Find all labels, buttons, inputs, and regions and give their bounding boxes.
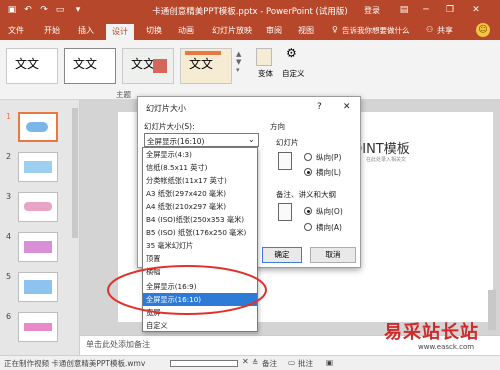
slide-pane-scrollbar[interactable]	[72, 108, 78, 238]
watermark-url: www.easck.com	[418, 343, 475, 351]
slide-number: 6	[6, 312, 12, 321]
feedback-smiley-icon[interactable]: ☺	[476, 23, 490, 37]
ribbon-tab-bar: 文件 开始 插入 设计 切换 动画 幻灯片放映 审阅 视图 ♀ 告诉我你想要做什…	[0, 22, 500, 40]
size-option[interactable]: 全屏显示(4:3)	[143, 148, 257, 161]
annotation-ellipse	[107, 265, 267, 315]
dialog-close-button[interactable]: ✕	[343, 102, 351, 112]
cancel-export-icon[interactable]: ✕	[242, 357, 249, 366]
tab-design[interactable]: 设计	[106, 24, 134, 40]
orientation-label: 方向	[270, 122, 285, 131]
help-button[interactable]: ?	[317, 102, 322, 112]
slide-size-label: 幻灯片大小(S):	[144, 122, 195, 131]
theme-accent-bar	[185, 51, 221, 55]
ribbon-options-icon[interactable]: ▤	[398, 4, 410, 16]
restore-icon[interactable]: ❐	[444, 4, 456, 16]
tab-slideshow[interactable]: 幻灯片放映	[212, 25, 252, 36]
thumbnail-graphic	[24, 280, 52, 294]
slide-subtitle: 在此处录入相关文	[366, 157, 407, 163]
close-icon[interactable]: ✕	[470, 4, 482, 16]
slide-thumbnail[interactable]	[18, 272, 58, 302]
themes-group-label: 主题	[116, 90, 131, 99]
notes-orientation-label: 备注、讲义和大纲	[276, 190, 336, 199]
slide-thumbnail[interactable]	[18, 192, 58, 222]
slide-thumbnail[interactable]	[18, 152, 58, 182]
notes-button[interactable]: 备注	[262, 358, 277, 369]
share-icon[interactable]: ⚇	[426, 25, 433, 34]
theme-accent-swatch	[153, 59, 167, 73]
tab-transitions[interactable]: 切换	[146, 25, 162, 36]
theme-thumbnail[interactable]: 文文	[122, 48, 174, 84]
normal-view-icon[interactable]: ▣	[326, 358, 333, 367]
size-option[interactable]: A3 纸张(297x420 毫米)	[143, 187, 257, 200]
gallery-scroll-icon[interactable]: ▲ ▼ ▾	[236, 50, 241, 74]
size-option[interactable]: 分类帐纸张(11x17 英寸)	[143, 174, 257, 187]
size-option[interactable]: B5 (ISO) 纸张(176x250 毫米)	[143, 226, 257, 239]
notes-landscape-radio[interactable]	[304, 223, 312, 231]
notes-landscape-label: 横向(A)	[316, 223, 342, 232]
slide-number: 4	[6, 232, 12, 241]
tell-me-icon[interactable]: ♀	[332, 25, 338, 34]
variants-button[interactable]: 变体	[258, 68, 273, 79]
notes-icon[interactable]: ≙	[252, 358, 258, 367]
size-option[interactable]: B4 (ISO)纸张(250x353 毫米)	[143, 213, 257, 226]
share-button[interactable]: 共享	[437, 25, 453, 36]
thumbnail-graphic	[26, 122, 48, 132]
slide-portrait-radio[interactable]	[304, 153, 312, 161]
slide-thumbnail[interactable]	[18, 312, 58, 342]
slide-size-value: 全屏显示(16:10)	[147, 137, 205, 146]
thumbnail-graphic	[24, 241, 52, 253]
cancel-button[interactable]: 取消	[310, 247, 356, 263]
thumbnail-graphic	[24, 161, 52, 173]
comments-icon[interactable]: ▭	[288, 358, 295, 367]
site-watermark: 易采站长站 www.easck.com	[378, 318, 496, 358]
minimize-icon[interactable]: ─	[420, 4, 432, 16]
slide-number: 5	[6, 272, 12, 281]
theme-thumbnail[interactable]: 文文	[6, 48, 58, 84]
comments-button[interactable]: 批注	[298, 358, 313, 369]
title-bar: ▣ ↶ ↷ ▭ ▾ 卡通创意精美PPT模板.pptx - PowerPoint …	[0, 0, 500, 22]
customize-icon[interactable]: ⚙	[286, 46, 297, 60]
tell-me-box[interactable]: 告诉我你想要做什么	[342, 25, 410, 36]
tab-home[interactable]: 开始	[44, 25, 60, 36]
page-orientation-icon	[278, 203, 292, 221]
size-option[interactable]: A4 纸张(210x297 毫米)	[143, 200, 257, 213]
size-option[interactable]: 信纸(8.5x11 英寸)	[143, 161, 257, 174]
theme-thumbnail[interactable]: 文文	[180, 48, 232, 84]
ribbon-design: 文文 文文 文文 文文 ▲ ▼ ▾ 主题 变体 ⚙ 自定义	[0, 40, 500, 100]
tab-animations[interactable]: 动画	[178, 25, 194, 36]
size-option[interactable]: 35 毫米幻灯片	[143, 239, 257, 252]
thumbnail-graphic	[24, 202, 52, 211]
size-option[interactable]: 自定义	[143, 319, 257, 332]
slide-landscape-radio[interactable]	[304, 168, 312, 176]
watermark-text: 易采站长站	[384, 322, 479, 343]
thumbnail-graphic	[24, 323, 52, 331]
tab-insert[interactable]: 插入	[78, 25, 94, 36]
theme-thumbnail[interactable]: 文文	[64, 48, 116, 84]
slide-thumbnail-pane: 1 2 3 4 5 6	[0, 100, 80, 358]
tab-review[interactable]: 审阅	[266, 25, 282, 36]
slide-size-select[interactable]: 全屏显示(16:10) ⌄	[144, 133, 259, 147]
chevron-down-icon[interactable]: ⌄	[248, 135, 255, 144]
notes-placeholder: 单击此处添加备注	[86, 340, 150, 349]
slide-landscape-label: 横向(L)	[316, 168, 342, 177]
page-orientation-icon	[278, 152, 292, 170]
slide-number: 2	[6, 152, 12, 161]
variants-icon[interactable]	[256, 48, 272, 66]
slide-number: 1	[6, 112, 12, 121]
status-text: 正在制作视频 卡通创意精美PPT模板.wmv	[4, 359, 146, 368]
video-progress-bar	[170, 360, 238, 367]
ok-button[interactable]: 确定	[262, 247, 302, 263]
slide-thumbnail[interactable]	[18, 232, 58, 262]
slides-orientation-label: 幻灯片	[276, 138, 299, 147]
slide-number: 3	[6, 192, 12, 201]
slide-portrait-label: 纵向(P)	[316, 153, 342, 162]
notes-portrait-radio[interactable]	[304, 207, 312, 215]
tab-view[interactable]: 视图	[298, 25, 314, 36]
dialog-title: 幻灯片大小	[146, 104, 186, 113]
customize-button[interactable]: 自定义	[282, 68, 305, 79]
slide-thumbnail[interactable]	[18, 112, 58, 142]
tab-file[interactable]: 文件	[8, 25, 24, 36]
login-link[interactable]: 登录	[364, 5, 380, 16]
notes-portrait-label: 纵向(O)	[316, 207, 343, 216]
